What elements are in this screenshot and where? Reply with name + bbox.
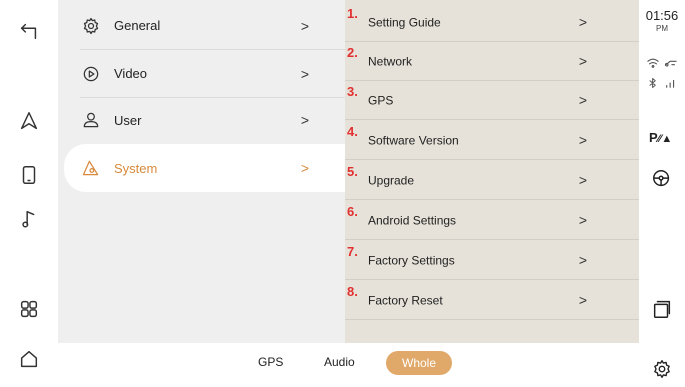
detail-item-label: Upgrade [368,173,415,188]
left-rail [0,0,59,387]
chevron-right-icon: > [578,52,587,69]
menu-item-system[interactable]: System > [64,144,345,192]
item-number: 7. [347,244,358,259]
detail-item-label: Android Settings [368,213,457,228]
detail-item-label: Factory Settings [368,253,455,268]
chevron-right-icon: > [578,13,587,30]
clock-time: 01:56 [645,8,679,23]
item-number: 6. [347,204,358,219]
chevron-right-icon: > [300,112,309,128]
clock-ampm: PM [656,24,668,33]
tab-audio[interactable]: Audio [324,355,355,369]
tab-whole[interactable]: Whole [386,351,453,375]
item-number: 8. [347,284,358,299]
detail-item-software-version[interactable]: 4. Software Version > [345,120,639,160]
parking-assist-icon[interactable]: P⁄⁄▲ [649,130,672,145]
system-warning-icon [80,157,102,179]
wifi-icon [645,56,661,70]
detail-item-android-settings[interactable]: 6. Android Settings > [345,200,639,240]
detail-item-setting-guide[interactable]: 1. Setting Guide > [345,2,639,42]
item-number: 1. [347,6,358,21]
back-icon[interactable] [10,12,48,50]
detail-item-label: Factory Reset [368,293,443,308]
user-icon [80,109,102,131]
play-circle-icon [80,63,102,85]
settings-menu: General > Video > User > System > [58,0,345,343]
recent-apps-icon[interactable] [649,296,675,322]
detail-item-label: Software Version [368,133,459,148]
detail-item-gps[interactable]: 3. GPS > [345,80,639,120]
usb-icon [663,56,679,70]
menu-item-video[interactable]: Video > [58,50,345,98]
item-number: 4. [347,124,358,139]
menu-item-general[interactable]: General > [58,2,345,50]
chevron-right-icon: > [578,131,587,148]
menu-item-label: User [114,112,142,128]
system-detail-panel: 1. Setting Guide > 2. Network > 3. GPS >… [345,0,639,343]
steering-wheel-icon[interactable] [649,166,675,192]
settings-gear-icon[interactable] [649,356,675,382]
phone-icon[interactable] [10,156,48,194]
chevron-right-icon: > [300,17,309,34]
chevron-right-icon: > [578,291,587,308]
navigation-icon[interactable] [10,102,48,140]
apps-grid-icon[interactable] [10,290,48,328]
chevron-right-icon: > [300,65,309,82]
menu-item-label: System [114,160,158,176]
chevron-right-icon: > [578,171,587,188]
home-icon[interactable] [10,340,48,378]
status-rail: 01:56 PM P⁄⁄▲ [639,0,685,387]
menu-item-label: Video [114,66,148,81]
bottom-tab-bar: GPS Audio Whole [58,343,639,387]
item-number: 2. [347,45,358,60]
detail-item-label: Network [368,54,413,69]
detail-item-upgrade[interactable]: 5. Upgrade > [345,160,639,200]
item-number: 5. [347,164,358,179]
detail-item-label: Setting Guide [368,15,441,30]
signal-icon [663,76,679,90]
gear-icon [80,15,102,37]
detail-item-factory-reset[interactable]: 8. Factory Reset > [345,280,639,320]
menu-item-label: General [114,18,161,33]
bluetooth-icon [645,76,661,90]
detail-item-factory-settings[interactable]: 7. Factory Settings > [345,240,639,280]
chevron-right-icon: > [300,160,309,176]
item-number: 3. [347,84,358,99]
parking-label: P [649,130,658,145]
chevron-right-icon: > [578,211,587,228]
menu-item-user[interactable]: User > [58,96,345,144]
music-icon[interactable] [10,200,48,238]
chevron-right-icon: > [578,251,587,268]
detail-item-label: GPS [368,93,394,108]
tab-gps[interactable]: GPS [258,355,283,369]
detail-item-network[interactable]: 2. Network > [345,41,639,81]
chevron-right-icon: > [578,91,587,108]
